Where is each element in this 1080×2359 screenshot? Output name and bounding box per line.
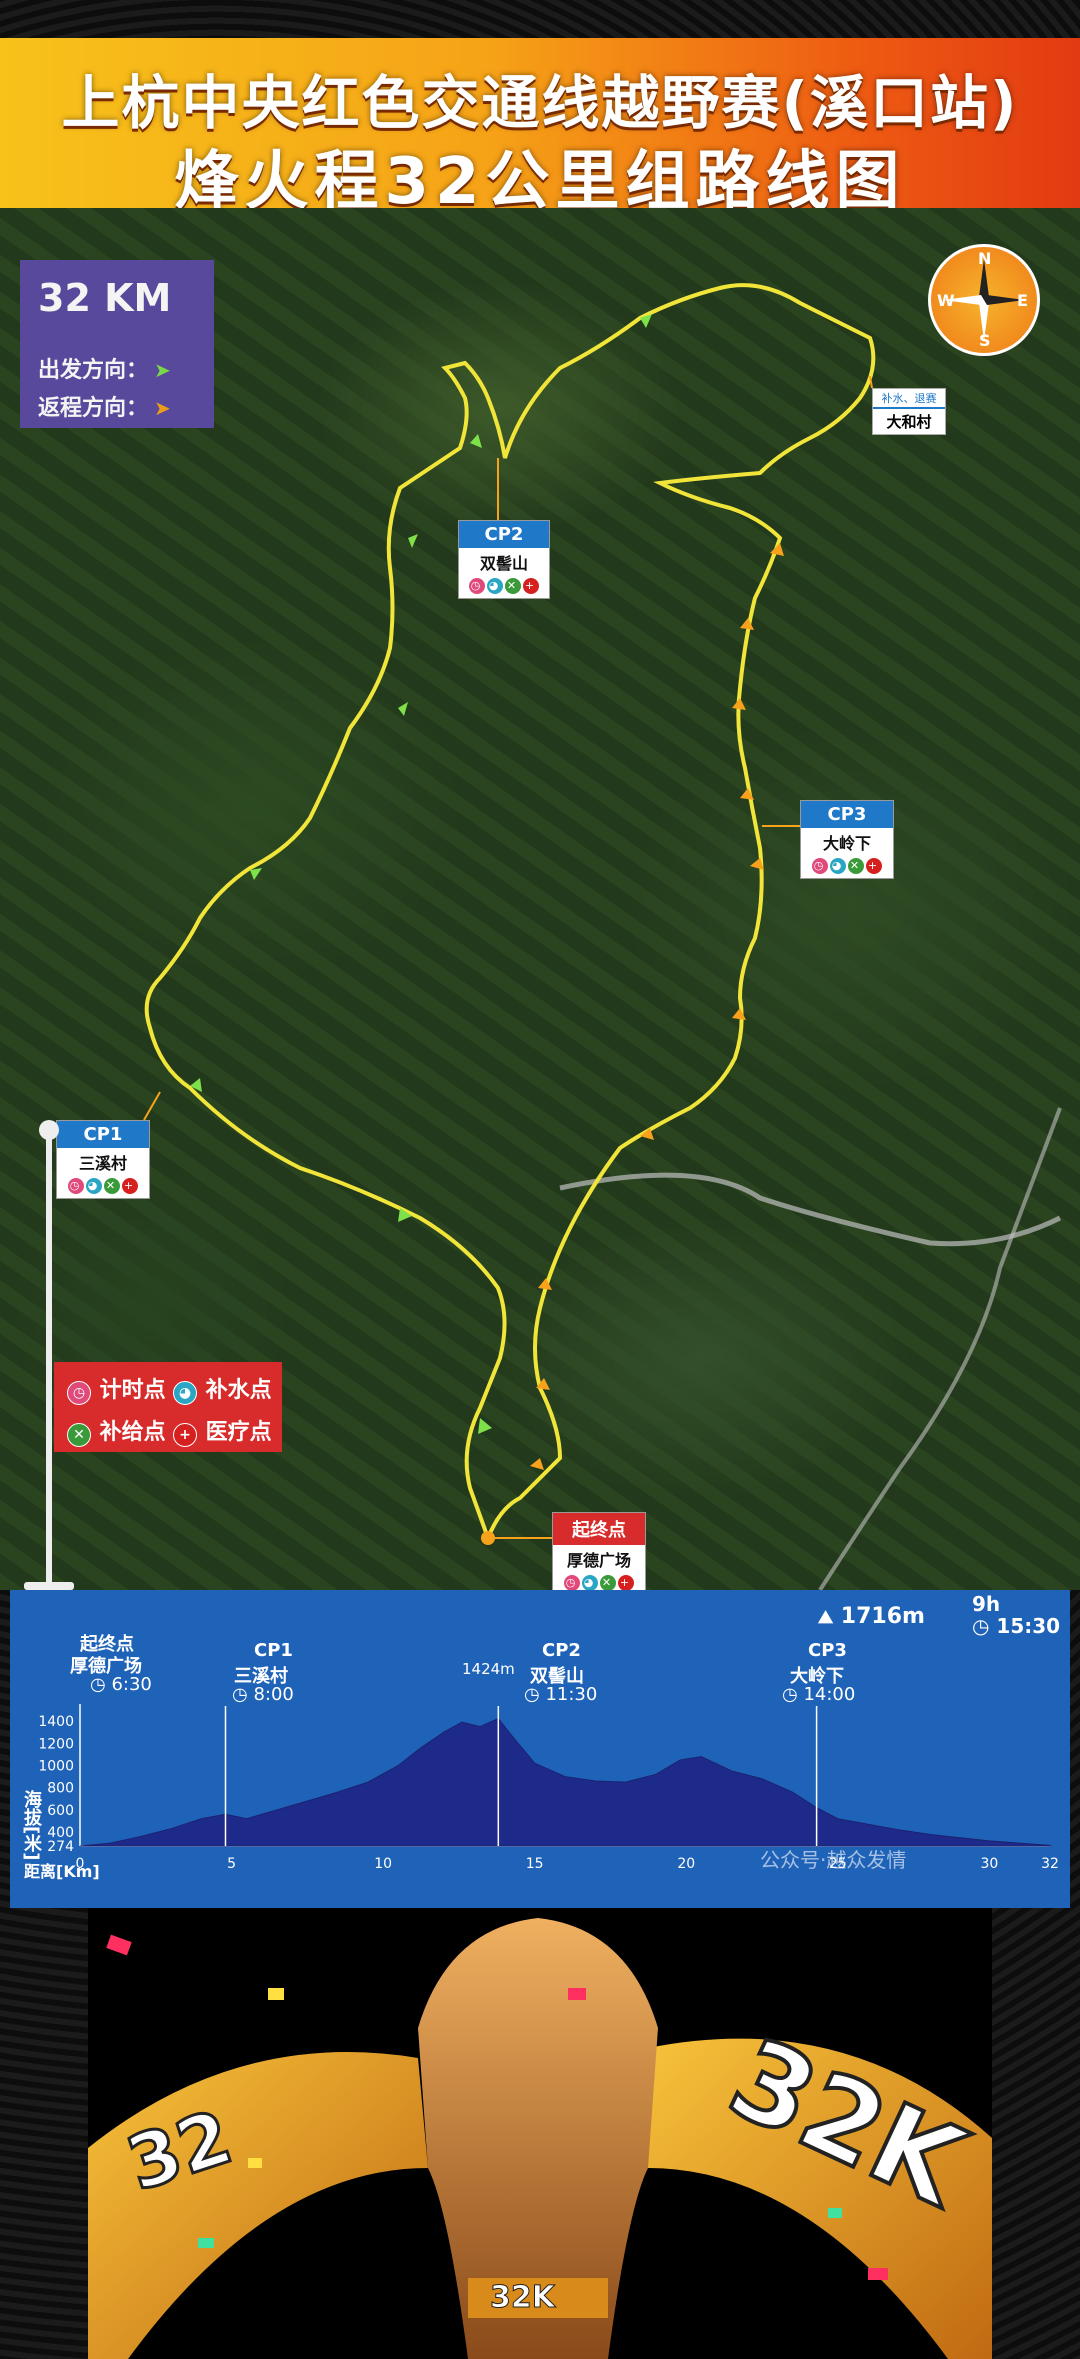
cp2-time: ◷ 11:30 xyxy=(524,1684,598,1705)
x-tick-label: 15 xyxy=(526,1856,544,1872)
start-finish-tag-id: 起终点 xyxy=(553,1513,645,1545)
medical-icon: + xyxy=(618,1575,634,1590)
water-icon: ◕ xyxy=(86,1178,102,1194)
flag-pole xyxy=(39,1120,59,1590)
water-icon: ◕ xyxy=(487,578,503,594)
legend-water: ◕ 补水点 xyxy=(172,1372,272,1405)
supply-point-name: 大和村 xyxy=(886,413,932,431)
return-legend: 返程方向： ➤ xyxy=(38,390,171,422)
timing-icon: ◷ xyxy=(67,1381,91,1405)
cp1-name: CP1 xyxy=(254,1640,293,1661)
clock-icon: ◷ xyxy=(972,1614,990,1638)
time-limit-bottom: ◷ 15:30 xyxy=(972,1614,1061,1638)
cp3-tag-name: 大岭下 xyxy=(822,834,871,853)
time-limit-top: 9h xyxy=(972,1592,1001,1616)
clock-icon: ◷ xyxy=(90,1674,106,1695)
header-banner: 上杭中央红色交通线越野赛(溪口站) 烽火程32公里组路线图 xyxy=(0,38,1080,219)
start-finish-tag[interactable]: 起终点 厚德广场 ◷ ◕ ✕ + xyxy=(552,1512,646,1590)
food-icon: ✕ xyxy=(600,1575,616,1590)
y-tick-label: 1000 xyxy=(38,1758,74,1774)
return-label: 返程方向： xyxy=(38,396,149,421)
cp3-tag-icons: ◷ ◕ ✕ + xyxy=(801,856,893,878)
cp1-tag-icons: ◷ ◕ ✕ + xyxy=(57,1176,149,1198)
poster-artwork: 32 32K 32K xyxy=(88,1908,992,2359)
flag-base xyxy=(24,1582,74,1590)
cp2-tag-id: CP2 xyxy=(459,521,549,548)
y-tick-label: 600 xyxy=(47,1803,74,1819)
elevation-gain: ⛰ 1716m xyxy=(818,1604,925,1629)
elevation-profile: 274 400 600 800 1000 1200 1400 0 5 10 15 20 25 30 32 ⛰… xyxy=(10,1590,1070,1908)
legend-medical: + 医疗点 xyxy=(172,1414,272,1447)
x-axis-title: 距离[Km] xyxy=(24,1862,100,1881)
start-finish-tag-icons: ◷ ◕ ✕ + xyxy=(553,1573,645,1590)
clock-icon: ◷ xyxy=(232,1684,248,1705)
compass-n: N xyxy=(978,249,992,268)
medical-icon: + xyxy=(173,1423,197,1447)
cp1-tag[interactable]: CP1 三溪村 ◷ ◕ ✕ + xyxy=(56,1120,150,1199)
start-finish-tag-name: 厚德广场 xyxy=(566,1551,631,1570)
x-tick-label: 32 xyxy=(1041,1856,1059,1872)
medical-icon: + xyxy=(866,858,882,874)
cp2-tag-icons: ◷ ◕ ✕ + xyxy=(459,576,549,598)
legend-timing: ◷ 计时点 xyxy=(66,1372,166,1405)
cp3-tag[interactable]: CP3 大岭下 ◷ ◕ ✕ + xyxy=(800,800,894,879)
distance-label: 32 KM xyxy=(38,276,172,320)
distance-legend: 32 KM 出发方向： ➤ 返程方向： ➤ xyxy=(20,260,214,428)
green-arrow-icon: ➤ xyxy=(154,358,171,382)
x-tick-label: 30 xyxy=(980,1856,998,1872)
cp2-tag-name: 双髻山 xyxy=(479,554,528,573)
clock-icon: ◷ xyxy=(524,1684,540,1705)
clock-icon: ◷ xyxy=(782,1684,798,1705)
cp3-name: CP3 xyxy=(808,1640,847,1661)
timing-icon: ◷ xyxy=(812,858,828,874)
timing-icon: ◷ xyxy=(68,1178,84,1194)
food-icon: ✕ xyxy=(67,1423,91,1447)
cp3-time: ◷ 14:00 xyxy=(782,1684,856,1705)
y-tick-label: 800 xyxy=(47,1781,74,1797)
cp2-name: CP2 xyxy=(542,1640,581,1661)
y-tick-label: 1200 xyxy=(38,1736,74,1752)
y-tick-label: 400 xyxy=(47,1825,74,1841)
food-icon: ✕ xyxy=(505,578,521,594)
timing-icon: ◷ xyxy=(564,1575,580,1590)
cp1-tag-name: 三溪村 xyxy=(78,1154,127,1173)
outbound-label: 出发方向： xyxy=(38,358,149,383)
compass-w: W xyxy=(937,291,955,310)
x-tick-label: 10 xyxy=(374,1856,392,1872)
y-axis-title: 海拔[米] xyxy=(21,1790,42,1861)
cp1-time: ◷ 8:00 xyxy=(232,1684,294,1705)
cp1-tag-id: CP1 xyxy=(57,1121,149,1148)
water-icon: ◕ xyxy=(830,858,846,874)
food-icon: ✕ xyxy=(848,858,864,874)
x-tick-label: 20 xyxy=(677,1856,695,1872)
x-tick-label: 5 xyxy=(227,1856,236,1872)
wrist-text: 32K xyxy=(490,2280,556,2316)
page-title: 上杭中央红色交通线越野赛(溪口站) xyxy=(61,69,1019,137)
outbound-legend: 出发方向： ➤ xyxy=(38,352,171,384)
medical-icon: + xyxy=(122,1178,138,1194)
cp2-tag[interactable]: CP2 双髻山 ◷ ◕ ✕ + xyxy=(458,520,550,599)
elevation-chart: 2744006008001000120014000 5 10 15 20 25 30 32 xyxy=(38,1704,1059,1872)
mountain-icon: ⛰ xyxy=(818,1607,834,1628)
supply-point-note: 补水、退赛 xyxy=(873,389,945,409)
supply-point-tag[interactable]: 补水、退赛 大和村 xyxy=(872,388,946,435)
water-icon: ◕ xyxy=(582,1575,598,1590)
water-icon: ◕ xyxy=(173,1381,197,1405)
peak-label: 1424m xyxy=(462,1660,515,1678)
compass-e: E xyxy=(1017,291,1028,310)
start-time: ◷ 6:30 xyxy=(90,1674,152,1695)
watermark: 公众号·越众发情 xyxy=(760,1848,907,1872)
point-type-legend: ◷ 计时点 ◕ 补水点 ✕ 补给点 + 医疗点 xyxy=(54,1362,282,1452)
cp3-tag-id: CP3 xyxy=(801,801,893,828)
legend-food: ✕ 补给点 xyxy=(66,1414,166,1447)
medical-icon: + xyxy=(523,578,539,594)
y-tick-label: 1400 xyxy=(38,1714,74,1730)
food-icon: ✕ xyxy=(104,1178,120,1194)
compass-s: S xyxy=(979,331,991,350)
y-tick-label: 274 xyxy=(47,1839,74,1855)
timing-icon: ◷ xyxy=(469,578,485,594)
orange-arrow-icon: ➤ xyxy=(154,396,171,420)
compass-icon: N S E W xyxy=(928,244,1040,356)
